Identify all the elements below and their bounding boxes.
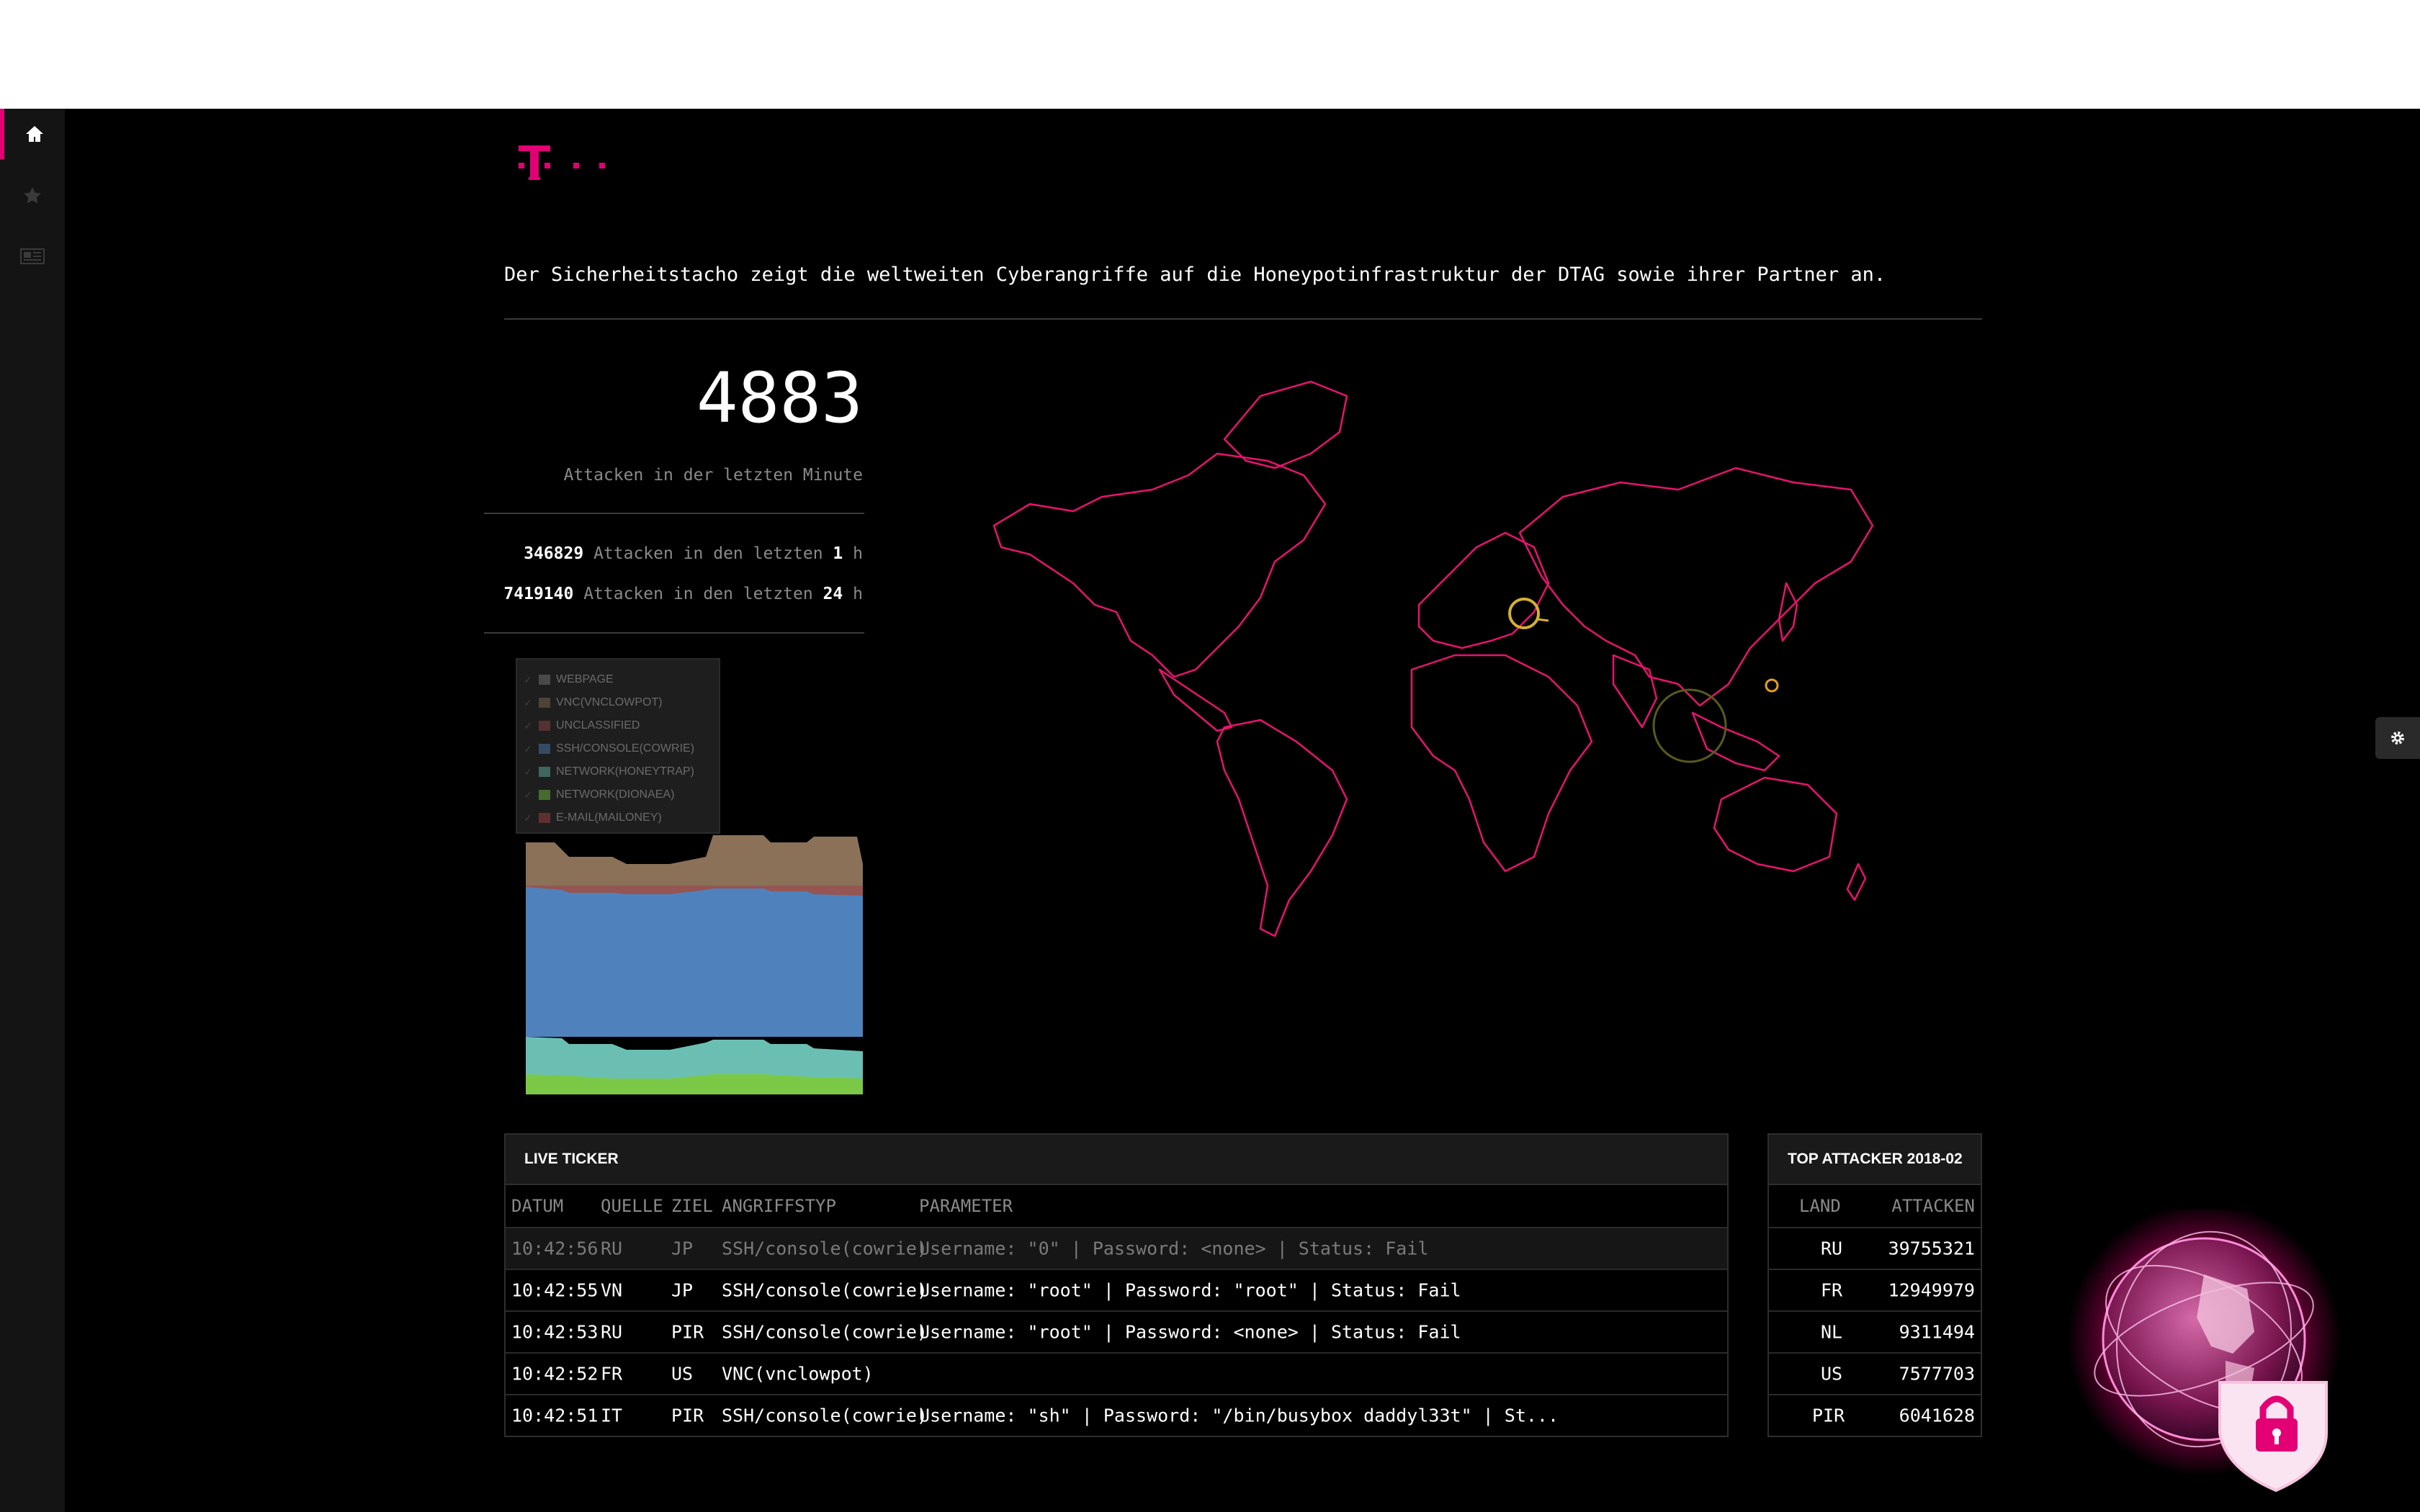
table-row: NL 9311494 — [1769, 1310, 1981, 1352]
map-south-america — [1216, 719, 1348, 937]
stat-value: 346829 — [524, 544, 584, 563]
check-icon: ✓ — [524, 673, 532, 685]
legend-item-dionaea[interactable]: ✓ NETWORK(DIONAEA) — [517, 783, 719, 806]
star-icon — [24, 187, 41, 204]
page-description: Der Sicherheitstacho zeigt die weltweite… — [504, 264, 1886, 286]
check-icon: ✓ — [524, 742, 532, 755]
column-header-datum: DATUM — [511, 1196, 564, 1216]
divider — [504, 318, 1982, 320]
stat-last-24h: 7419140 Attacken in den letzten 24 h — [484, 585, 863, 603]
sidebar-item-favorites[interactable] — [0, 171, 65, 221]
map-australia — [1713, 776, 1838, 873]
attack-marker-japan-outer — [1765, 678, 1779, 693]
column-header-quelle: QUELLE — [601, 1196, 663, 1216]
stat-number: 24 — [823, 585, 843, 603]
check-icon: ✓ — [524, 696, 532, 708]
table-row: FR 12949979 — [1769, 1269, 1981, 1310]
check-icon: ✓ — [524, 788, 532, 801]
map-central-america — [1158, 668, 1233, 732]
table-row: PIR 6041628 — [1769, 1394, 1981, 1436]
legend-swatch — [539, 698, 550, 708]
legend-item-ssh[interactable]: ✓ SSH/CONSOLE(COWRIE) — [517, 737, 719, 760]
table-header: DATUM QUELLE ZIEL ANGRIFFSTYP PARAMETER — [506, 1185, 1727, 1227]
map-india — [1612, 654, 1658, 729]
sidebar — [0, 109, 65, 1512]
check-icon: ✓ — [524, 719, 532, 732]
top-attacker-title: TOP ATTACKER 2018-02 — [1769, 1135, 1981, 1185]
lock-shield — [2218, 1381, 2328, 1493]
check-icon: ✓ — [524, 765, 532, 778]
chart-legend: ✓ WEBPAGE ✓ VNC(VNCLOWPOT) ✓ UNCLASSIFIED ✓… — [516, 658, 720, 834]
map-new-zealand — [1846, 863, 1867, 901]
table-row: US 7577703 — [1769, 1352, 1981, 1394]
legend-item-webpage[interactable]: ✓ WEBPAGE — [517, 668, 719, 691]
table-row: 10:42:52 FR US VNC(vnclowpot) — [506, 1352, 1727, 1394]
stat-number: 1 — [833, 544, 843, 563]
top-attacker-panel: TOP ATTACKER 2018-02 LAND ATTACKEN RU 39… — [1767, 1133, 1982, 1437]
table-header: LAND ATTACKEN — [1769, 1185, 1981, 1227]
map-southeast-asia — [1691, 711, 1780, 772]
stat-unit: h — [853, 544, 863, 563]
column-header-attacken: ATTACKEN — [1891, 1196, 1975, 1216]
column-header-ziel: ZIEL — [671, 1196, 713, 1216]
column-header-angriffstyp: ANGRIFFSTYP — [722, 1196, 836, 1216]
divider — [484, 513, 864, 514]
attack-marker-europe — [1508, 598, 1540, 629]
legend-item-mailoney[interactable]: ✓ E-MAIL(MAILONEY) — [517, 806, 719, 829]
world-attack-map — [992, 380, 1874, 937]
stat-last-hour: 346829 Attacken in den letzten 1 h — [484, 544, 863, 563]
attack-type-stacked-area-chart — [526, 835, 863, 1094]
gear-icon — [2391, 732, 2404, 744]
legend-swatch — [539, 813, 550, 823]
area-ssh — [526, 887, 863, 1037]
table-row: 10:42:55 VN JP SSH/console(cowrie) Usern… — [506, 1269, 1727, 1310]
legend-item-honeytrap[interactable]: ✓ NETWORK(HONEYTRAP) — [517, 760, 719, 783]
table-row: 10:42:51 IT PIR SSH/console(cowrie) User… — [506, 1394, 1727, 1436]
legend-swatch — [539, 790, 550, 800]
map-greenland — [1223, 380, 1348, 469]
attacks-last-minute-label: Attacken in der letzten Minute — [563, 466, 863, 485]
legend-item-vnc[interactable]: ✓ VNC(VNCLOWPOT) — [517, 691, 719, 714]
settings-button[interactable] — [2375, 717, 2420, 759]
attack-markers — [1508, 598, 1779, 763]
table-row: RU 39755321 — [1769, 1227, 1981, 1269]
stat-value: 7419140 — [503, 585, 574, 603]
map-africa — [1410, 654, 1593, 873]
telekom-logo — [516, 137, 617, 190]
map-asia — [1518, 467, 1874, 707]
legend-swatch — [539, 767, 550, 777]
check-icon: ✓ — [524, 811, 532, 824]
table-row: 10:42:53 RU PIR SSH/console(cowrie) User… — [506, 1310, 1727, 1352]
table-row: 10:42:56 RU JP SSH/console(cowrie) Usern… — [506, 1227, 1727, 1269]
live-ticker-panel: LIVE TICKER DATUM QUELLE ZIEL ANGRIFFSTY… — [504, 1133, 1729, 1437]
stat-unit: h — [853, 585, 863, 603]
attacks-last-minute-value: 4883 — [696, 358, 863, 438]
live-ticker-title: LIVE TICKER — [506, 1135, 1727, 1185]
column-header-parameter: PARAMETER — [919, 1196, 1013, 1216]
attack-marker-southeast-asia — [1652, 688, 1727, 763]
column-header-land: LAND — [1799, 1196, 1841, 1216]
legend-swatch — [539, 721, 550, 731]
browser-top-bar — [0, 0, 2420, 109]
stat-text: Attacken in den letzten — [593, 544, 823, 563]
map-japan — [1778, 582, 1798, 642]
security-globe-lock-icon[interactable] — [2060, 1210, 2348, 1498]
legend-item-unclassified[interactable]: ✓ UNCLASSIFIED — [517, 714, 719, 737]
legend-swatch — [539, 744, 550, 754]
stat-text: Attacken in den letzten — [583, 585, 813, 603]
divider — [484, 632, 864, 634]
home-icon — [26, 126, 43, 142]
legend-swatch — [539, 675, 550, 685]
sidebar-item-news[interactable] — [0, 231, 65, 282]
map-north-america — [992, 452, 1327, 678]
sidebar-item-home[interactable] — [0, 109, 65, 159]
area-dionaea — [526, 1074, 863, 1094]
newspaper-icon — [20, 248, 45, 264]
area-honeytrap — [526, 1037, 863, 1080]
